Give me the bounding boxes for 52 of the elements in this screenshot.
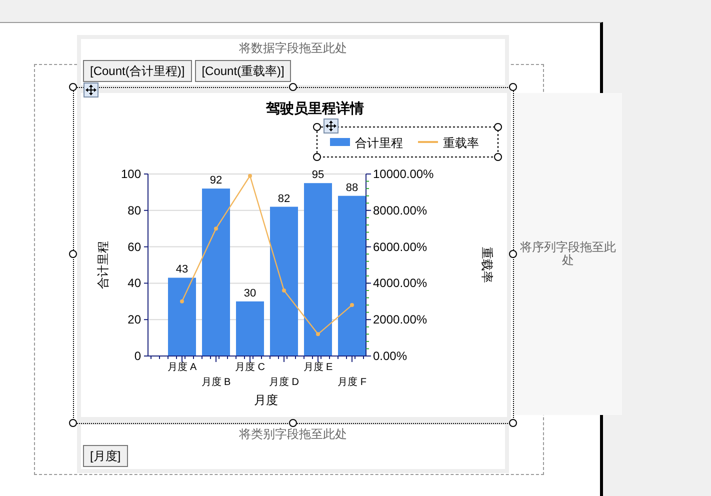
data-label: 30: [244, 287, 256, 300]
axis-tick-label: 0.00%: [373, 349, 408, 363]
drop-hint: 将数据字段拖至此处: [238, 40, 348, 57]
drop-hint: 将类别字段拖至此处: [238, 426, 348, 443]
axis-title: 合计里程: [96, 241, 110, 289]
resize-handle[interactable]: [313, 123, 321, 131]
axis-tick-label: 6000.00%: [373, 240, 428, 254]
resize-handle[interactable]: [509, 250, 517, 258]
category-label: 月度 A: [167, 362, 197, 373]
data-label: 43: [176, 264, 188, 276]
axis-tick-label: 100: [120, 167, 141, 181]
chart-title: 驾驶员里程详情: [266, 100, 364, 116]
field-chip[interactable]: [Count(合计里程)]: [83, 60, 192, 82]
axis-title: 月度: [254, 393, 278, 407]
axis-title: 重载率: [480, 247, 494, 283]
field-chip[interactable]: [月度]: [83, 445, 128, 467]
resize-handle[interactable]: [509, 419, 517, 427]
move-icon[interactable]: [324, 118, 338, 134]
data-label: 92: [210, 174, 222, 187]
category-label: 月度 F: [338, 377, 366, 388]
resize-handle[interactable]: [69, 250, 77, 258]
category-label: 月度 C: [235, 362, 265, 373]
field-chip[interactable]: [Count(重载率)]: [194, 60, 292, 82]
resize-handle[interactable]: [509, 83, 517, 91]
bar: [236, 301, 264, 356]
axis-tick-label: 4000.00%: [373, 276, 428, 290]
legend-label: 重载率: [443, 136, 479, 150]
axis-tick-label: 2000.00%: [373, 312, 428, 327]
data-label: 95: [312, 169, 324, 182]
resize-handle[interactable]: [494, 123, 502, 131]
axis-tick-label: 0: [134, 349, 141, 363]
resize-handle[interactable]: [494, 153, 502, 161]
legend-swatch: [330, 138, 350, 146]
resize-handle[interactable]: [289, 419, 297, 427]
resize-handle[interactable]: [69, 419, 77, 427]
resize-handle[interactable]: [313, 153, 321, 161]
axis-tick-label: 60: [128, 240, 141, 254]
category-label: 月度 D: [269, 377, 299, 388]
axis-tick-label: 8000.00%: [373, 203, 428, 218]
move-icon[interactable]: [84, 82, 98, 98]
data-label: 88: [346, 182, 358, 194]
legend-label: 合计里程: [355, 136, 403, 150]
axis-tick-label: 40: [128, 276, 141, 290]
drop-hint: 将序列字段拖至此处: [519, 241, 617, 267]
resize-handle[interactable]: [289, 83, 297, 91]
resize-handle[interactable]: [69, 83, 77, 91]
category-label: 月度 B: [201, 377, 231, 388]
axis-tick-label: 10000.00%: [373, 167, 434, 181]
axis-tick-label: 20: [128, 312, 141, 327]
data-label: 82: [278, 192, 290, 205]
axis-tick-label: 80: [128, 203, 141, 218]
category-label: 月度 E: [303, 362, 333, 373]
